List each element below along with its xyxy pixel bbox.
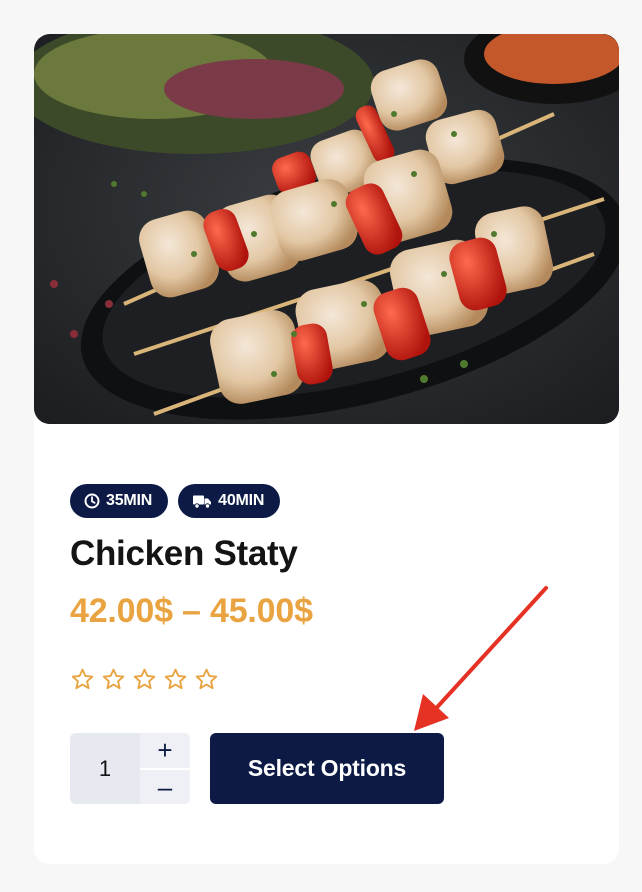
product-price: 42.00$ – 45.00$ xyxy=(70,592,313,630)
quantity-stepper: 1 + – xyxy=(70,733,190,804)
quantity-increment-button[interactable]: + xyxy=(140,733,190,768)
star-outline-icon xyxy=(195,668,218,690)
prep-time-text: 35MIN xyxy=(106,492,153,509)
product-title[interactable]: Chicken Staty xyxy=(70,534,298,574)
star-outline-icon xyxy=(133,668,156,690)
quantity-controls: + – xyxy=(140,733,190,804)
delivery-time-badge: 40MIN xyxy=(178,484,281,518)
quantity-input[interactable]: 1 xyxy=(70,733,140,804)
prep-time-badge: 35MIN xyxy=(70,484,169,518)
quantity-decrement-button[interactable]: – xyxy=(140,767,190,805)
star-outline-icon xyxy=(102,668,125,690)
rating-stars xyxy=(70,667,219,692)
badges-row: 35MIN 40MIN xyxy=(70,484,281,518)
star-outline-icon xyxy=(164,668,187,690)
delivery-time-text: 40MIN xyxy=(218,492,265,509)
clock-icon xyxy=(84,493,100,509)
star-outline-icon xyxy=(71,668,94,690)
select-options-button[interactable]: Select Options xyxy=(210,733,444,804)
product-image[interactable] xyxy=(34,34,619,424)
food-photo-illustration xyxy=(34,34,619,424)
truck-icon xyxy=(193,495,212,509)
product-card: 35MIN 40MIN Chicken Staty 42.00$ – 45.00… xyxy=(34,34,619,864)
